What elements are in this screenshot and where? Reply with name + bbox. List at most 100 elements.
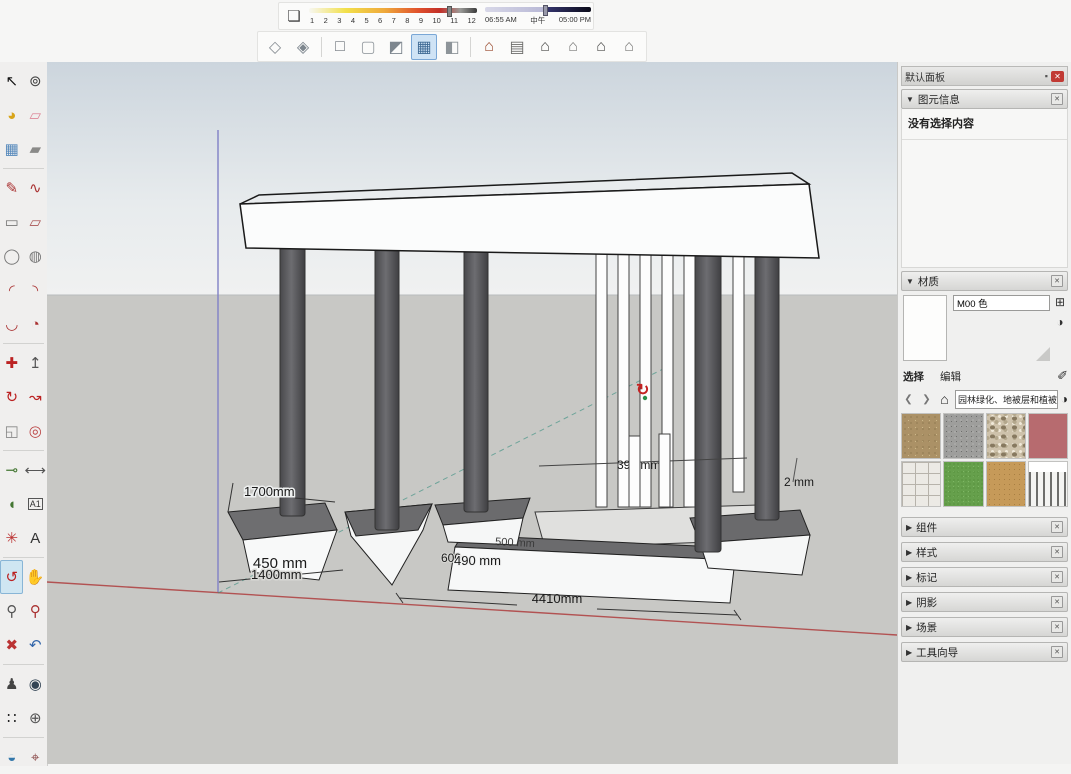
dimension-tool[interactable]: ⟷ (23, 453, 47, 487)
rectangle-tool[interactable]: ▭ (0, 205, 23, 239)
viewport-canvas[interactable]: 1700mm 450 mm 1400mm 600 490 mm 500 mm 4… (47, 62, 897, 764)
baluster-occluder[interactable] (659, 434, 670, 507)
shadow-settings-icon[interactable]: ❏ (283, 5, 305, 27)
offset-tool[interactable]: ◎ (23, 414, 47, 448)
section-close-button[interactable]: ✕ (1051, 596, 1063, 608)
tape-measure-tool[interactable]: ⊸ (0, 453, 23, 487)
paint-bucket-tool[interactable]: ◕ (0, 98, 23, 132)
section-header-组件[interactable]: ▶组件✕ (901, 517, 1068, 537)
zoom-tool[interactable]: ⚲ (0, 594, 23, 628)
previous-view-tool[interactable]: ↶ (23, 628, 47, 662)
forward-icon[interactable]: ❯ (919, 392, 934, 407)
tray-close-button[interactable]: ✕ (1051, 71, 1064, 82)
scale-tool[interactable]: ◱ (0, 414, 23, 448)
section-header-场景[interactable]: ▶场景✕ (901, 617, 1068, 637)
look-around-tool[interactable]: ◉ (23, 667, 47, 701)
eyedropper-icon[interactable]: ✐ (1057, 368, 1068, 384)
materials-header[interactable]: ▼ 材质 ✕ (901, 271, 1068, 291)
material-thumb-fence[interactable] (1028, 461, 1068, 507)
tray-title-bar[interactable]: 默认面板 ▪ ✕ (901, 66, 1068, 86)
section-close-button[interactable]: ✕ (1051, 546, 1063, 558)
material-thumb-gravel-brown[interactable] (901, 413, 941, 459)
position-camera-tool[interactable]: ♟ (0, 667, 23, 701)
time-slider-handle[interactable] (543, 5, 548, 16)
section-header-标记[interactable]: ▶标记✕ (901, 567, 1068, 587)
axes-tool[interactable]: ✳ (0, 521, 23, 555)
style-hidden-line-icon[interactable]: ▢ (355, 34, 381, 60)
polygon-tool[interactable]: ◍ (23, 239, 47, 273)
pan-tool[interactable]: ✋ (23, 560, 47, 594)
back-icon[interactable]: ❮ (901, 392, 916, 407)
materials-close-button[interactable]: ✕ (1051, 275, 1063, 287)
view-front-icon[interactable]: ⌂ (532, 34, 558, 60)
pie-tool[interactable]: ◔ (23, 307, 47, 341)
style-wireframe-icon[interactable]: □ (327, 34, 353, 60)
circle-tool[interactable]: ◯ (0, 239, 23, 273)
section-close-button[interactable]: ✕ (1051, 646, 1063, 658)
section-header-阴影[interactable]: ▶阴影✕ (901, 592, 1068, 612)
view-top-icon[interactable]: ▤ (504, 34, 530, 60)
shadow-date-slider[interactable]: 123456789101112 (309, 8, 477, 25)
style-xray-icon[interactable]: ◇ (262, 34, 288, 60)
move-tool[interactable]: ✚ (0, 346, 23, 380)
rotate-tool[interactable]: ↻ (0, 380, 23, 414)
material-collection-dropdown[interactable]: 园林绿化、地被层和植被 ∨ (955, 390, 1058, 409)
target-tool[interactable]: ⌖ (23, 740, 47, 774)
shadow-time-slider[interactable]: 06:55 AM 中午 05:00 PM (485, 7, 591, 26)
create-material-icon[interactable]: ⊞ (1055, 295, 1065, 309)
details-icon[interactable]: ◑ (1061, 392, 1068, 406)
line-tool[interactable]: ✎ (0, 171, 23, 205)
follow-me-tool[interactable]: ↝ (23, 380, 47, 414)
text-tool[interactable]: A1 (23, 487, 47, 521)
view-back-icon[interactable]: ⌂ (588, 34, 614, 60)
date-slider-handle[interactable] (447, 6, 452, 17)
zoom-extents-tool[interactable]: ✖ (0, 628, 23, 662)
zoom-window-tool[interactable]: ⚲ (23, 594, 47, 628)
view-iso-icon[interactable]: ⌂ (476, 34, 502, 60)
material-thumb-gravel-gray[interactable] (943, 413, 983, 459)
walk-tool[interactable]: ∷ (0, 701, 23, 735)
make-component-tool[interactable]: ⊚ (23, 64, 47, 98)
material-name-input[interactable] (953, 295, 1050, 311)
select-tool[interactable]: ↖ (0, 64, 23, 98)
rotated-rectangle-tool[interactable]: ▱ (23, 205, 47, 239)
date-slider-track[interactable] (309, 8, 477, 13)
section-close-button[interactable]: ✕ (1051, 521, 1063, 533)
home-icon[interactable]: ⌂ (937, 392, 952, 407)
style-back-edges-icon[interactable]: ◈ (290, 34, 316, 60)
push-pull-tool[interactable]: ↥ (23, 346, 47, 380)
material-thumb-river-pebbles[interactable] (986, 413, 1026, 459)
two-point-arc-tool[interactable]: ◝ (23, 273, 47, 307)
compass-tool[interactable]: ⊕ (23, 701, 47, 735)
3d-text-tool[interactable]: A (23, 521, 47, 555)
style-shaded-icon[interactable]: ◩ (383, 34, 409, 60)
arc-tool[interactable]: ◜ (0, 273, 23, 307)
tab-编辑[interactable]: 编辑 (938, 368, 963, 385)
material-thumb-grass[interactable] (943, 461, 983, 507)
view-right-icon[interactable]: ⌂ (560, 34, 586, 60)
section-header-工具向导[interactable]: ▶工具向导✕ (901, 642, 1068, 662)
active-material-swatch[interactable] (903, 295, 947, 361)
textured-box-tool[interactable]: ▦ (0, 132, 23, 166)
section-close-button[interactable]: ✕ (1051, 621, 1063, 633)
material-thumb-pavers[interactable] (901, 461, 941, 507)
curve-tool[interactable]: ◡ (0, 307, 23, 341)
style-monochrome-icon[interactable]: ◧ (439, 34, 465, 60)
baluster-occluder[interactable] (629, 436, 640, 507)
freehand-tool[interactable]: ∿ (23, 171, 47, 205)
view-left-icon[interactable]: ⌂ (616, 34, 642, 60)
entity-info-header[interactable]: ▼ 图元信息 ✕ (901, 89, 1068, 109)
style-shaded-textures-icon[interactable]: ▦ (411, 34, 437, 60)
material-thumb-ochre[interactable] (986, 461, 1026, 507)
material-thumb-rose[interactable] (1028, 413, 1068, 459)
flat-eraser-tool[interactable]: ▰ (23, 132, 47, 166)
entity-info-close-button[interactable]: ✕ (1051, 93, 1063, 105)
orbit-tool[interactable]: ↺ (0, 560, 23, 594)
protractor-tool[interactable]: ◖ (0, 487, 23, 521)
section-header-样式[interactable]: ▶样式✕ (901, 542, 1068, 562)
eraser-tool[interactable]: ▱ (23, 98, 47, 132)
section-close-button[interactable]: ✕ (1051, 571, 1063, 583)
tab-选择[interactable]: 选择 (901, 368, 926, 385)
3d-viewport[interactable]: 1700mm 450 mm 1400mm 600 490 mm 500 mm 4… (47, 62, 897, 764)
sample-paint-icon[interactable]: ◑ (1056, 315, 1063, 329)
